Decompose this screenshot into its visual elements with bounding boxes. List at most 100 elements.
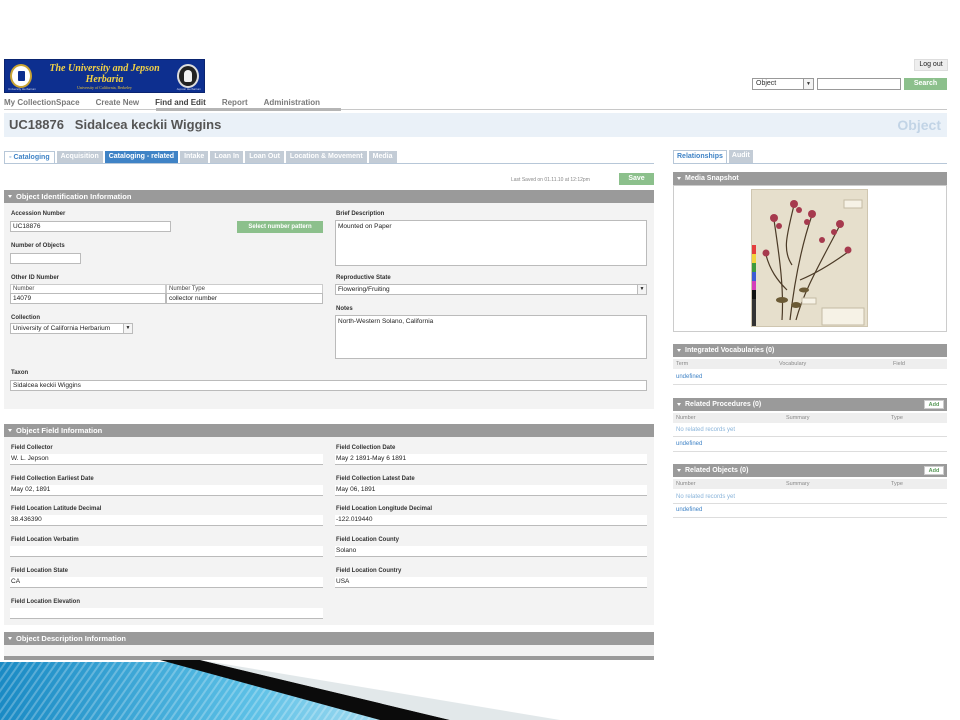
nav-active-indicator	[156, 108, 341, 111]
right-tabs-divider	[673, 163, 947, 164]
latitude-input[interactable]: 38.436390	[10, 515, 323, 526]
logo-corner-right: Jepson Herbarium	[176, 87, 201, 91]
chevron-down-icon: ▼	[637, 285, 646, 294]
specimen-image[interactable]	[751, 189, 868, 327]
search-type-select[interactable]: Object ▼	[752, 78, 814, 90]
earliest-date-input[interactable]: May 02, 1891	[10, 485, 323, 496]
record-type: Object	[897, 117, 941, 133]
chevron-down-icon: ▼	[123, 324, 132, 333]
tab-cataloging[interactable]: ◦ Cataloging	[4, 151, 55, 163]
field-collection-date-label: Field Collection Date	[336, 445, 396, 451]
longitude-input[interactable]: -122.019440	[335, 515, 647, 526]
proc-col-type: Type	[891, 415, 903, 421]
notes-label: Notes	[336, 306, 353, 312]
latitude-label: Field Location Latitude Decimal	[11, 506, 102, 512]
field-collector-input[interactable]: W. L. Jepson	[10, 454, 323, 465]
verbatim-input[interactable]	[10, 546, 323, 557]
section-object-field[interactable]: Object Field Information	[4, 424, 654, 437]
accession-number-input[interactable]: UC18876	[10, 221, 171, 232]
brief-description-textarea[interactable]: Mounted on Paper	[335, 220, 647, 266]
number-of-objects-input[interactable]	[10, 253, 81, 264]
proc-col-number: Number	[676, 415, 696, 421]
specimen-plant-drawing	[752, 190, 867, 326]
record-title-bar: UC18876 Sidalcea keckii Wiggins Object	[4, 113, 947, 137]
proc-empty-text: No related records yet	[676, 427, 736, 433]
county-label: Field Location County	[336, 537, 399, 543]
tab-media[interactable]: Media	[368, 151, 397, 163]
country-label: Field Location Country	[336, 568, 402, 574]
proc-col-summary: Summary	[786, 415, 810, 421]
logo-line-2: Herbaria	[85, 74, 124, 85]
section-related-objects[interactable]: Related Objects (0) Add	[673, 464, 947, 477]
logout-button[interactable]: Log out	[914, 59, 948, 71]
herbaria-logo[interactable]: The University and Jepson Herbaria Unive…	[4, 59, 205, 93]
related-objects-title: Related Objects (0)	[685, 467, 749, 474]
section-object-description[interactable]: Object Description Information	[4, 632, 654, 645]
obj-undefined-link[interactable]: undefined	[676, 507, 702, 513]
last-saved-text: Last Saved on 01.11.10 at 12:12pm	[511, 177, 590, 183]
add-procedure-button[interactable]: Add	[924, 400, 944, 409]
obj-col-type: Type	[891, 481, 903, 487]
collection-label: Collection	[11, 315, 41, 321]
proc-column-headers: Number Summary Type	[673, 413, 947, 423]
select-number-pattern-button[interactable]: Select number pattern	[237, 221, 323, 233]
nav-divider	[4, 109, 947, 110]
search-type-value: Object	[756, 80, 777, 87]
vocab-column-headers: Term Vocabulary Field	[673, 359, 947, 369]
tab-loan-in[interactable]: Loan In	[210, 151, 244, 163]
section-object-identification[interactable]: Object Identification Information	[4, 190, 654, 203]
search-button[interactable]: Search	[904, 78, 947, 90]
section-integrated-vocabularies[interactable]: Integrated Vocabularies (0)	[673, 344, 947, 357]
record-title: UC18876 Sidalcea keckii Wiggins	[9, 117, 222, 132]
obj-col-number: Number	[676, 481, 696, 487]
search-input[interactable]	[817, 78, 901, 90]
number-of-objects-label: Number of Objects	[11, 243, 65, 249]
obj-col-summary: Summary	[786, 481, 810, 487]
tab-audit[interactable]: Audit	[728, 150, 753, 163]
brief-description-label: Brief Description	[336, 211, 385, 217]
tab-loan-out[interactable]: Loan Out	[245, 151, 284, 163]
obj-divider-2	[673, 517, 947, 518]
accession-number-label: Accession Number	[11, 211, 66, 217]
notes-textarea[interactable]: North-Western Solano, California	[335, 315, 647, 359]
state-input[interactable]: CA	[10, 577, 323, 588]
logo-corner-left: University Herbarium	[8, 87, 37, 91]
reproductive-state-value: Flowering/Fruiting	[338, 286, 390, 293]
tab-cataloging-related[interactable]: Cataloging - related	[104, 151, 179, 163]
section-related-procedures[interactable]: Related Procedures (0) Add	[673, 398, 947, 411]
section-media-snapshot[interactable]: Media Snapshot	[673, 172, 947, 185]
latest-date-input[interactable]: May 06, 1891	[335, 485, 647, 496]
tab-acquisition[interactable]: Acquisition	[56, 151, 103, 163]
reproductive-state-select[interactable]: Flowering/Fruiting ▼	[335, 284, 647, 295]
proc-undefined-link[interactable]: undefined	[676, 441, 702, 447]
longitude-label: Field Location Longitude Decimal	[336, 506, 433, 512]
country-input[interactable]: USA	[335, 577, 647, 588]
vocab-undefined-link[interactable]: undefined	[676, 374, 702, 380]
reproductive-state-label: Reproductive State	[336, 275, 391, 281]
save-button[interactable]: Save	[619, 173, 654, 185]
tab-intake[interactable]: Intake	[180, 151, 209, 163]
other-id-label: Other ID Number	[11, 275, 60, 281]
bottom-decoration	[0, 660, 560, 720]
vocab-col-term: Term	[676, 361, 689, 367]
obj-empty-text: No related records yet	[676, 494, 736, 500]
taxon-input[interactable]: Sidalcea keckii Wiggins	[10, 380, 647, 391]
field-collector-label: Field Collector	[11, 445, 53, 451]
tabs-divider	[4, 163, 654, 164]
elevation-label: Field Location Elevation	[11, 599, 81, 605]
tab-relationships[interactable]: Relationships	[673, 150, 727, 163]
proc-divider-2	[673, 451, 947, 452]
vocab-col-field: Field	[893, 361, 905, 367]
other-id-number-input[interactable]: 14079	[10, 293, 166, 304]
tab-location-movement[interactable]: Location & Movement	[285, 151, 367, 163]
proc-divider	[673, 436, 947, 437]
other-id-type-input[interactable]: collector number	[166, 293, 323, 304]
collection-select[interactable]: University of California Herbarium ▼	[10, 323, 133, 334]
field-collection-date-input[interactable]: May 2 1891-May 6 1891	[335, 454, 647, 465]
earliest-date-label: Field Collection Earliest Date	[11, 476, 94, 482]
elevation-input[interactable]	[10, 608, 323, 619]
logo-line-1: The University and Jepson	[49, 63, 160, 74]
county-input[interactable]: Solano	[335, 546, 647, 557]
state-label: Field Location State	[11, 568, 69, 574]
add-object-button[interactable]: Add	[924, 466, 944, 475]
